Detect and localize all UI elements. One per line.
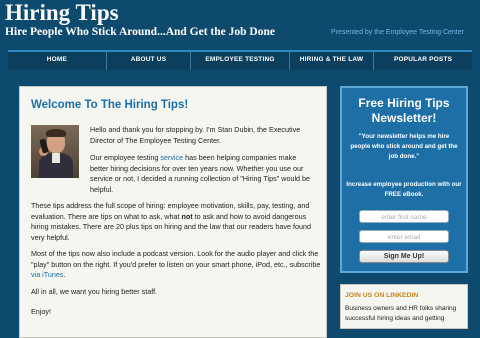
itunes-link[interactable]: via iTunes <box>31 270 64 279</box>
enjoy-paragraph: Enjoy! <box>31 307 51 316</box>
intro-paragraph: Hello and thank you for stopping by. I'm… <box>90 125 301 145</box>
newsletter-testimonial: "Your newsletter helps me hire people wh… <box>350 133 458 160</box>
service-paragraph: Our employee testing service has been he… <box>90 153 316 195</box>
main-navigation: HOME ABOUT US EMPLOYEE TESTING HIRING & … <box>8 50 472 70</box>
site-tagline: Hire People Who Stick Around...And Get t… <box>5 26 275 38</box>
nav-about-us[interactable]: ABOUT US <box>107 52 192 70</box>
scope-paragraph: These tips address the full scope of hir… <box>31 201 321 243</box>
podcast-text-a: Most of the tips now also include a podc… <box>31 249 321 269</box>
email-input[interactable]: enter email <box>359 230 449 243</box>
nav-home[interactable]: HOME <box>8 52 107 70</box>
author-photo <box>31 125 79 178</box>
linkedin-text: Business owners and HR folks sharing suc… <box>345 305 457 322</box>
nav-popular-posts[interactable]: POPULAR POSTS <box>374 52 472 70</box>
podcast-paragraph: Most of the tips now also include a podc… <box>31 249 321 281</box>
service-text-a: Our employee testing <box>90 153 161 162</box>
nav-employee-testing[interactable]: EMPLOYEE TESTING <box>191 52 290 70</box>
scope-bold-not: not <box>181 211 193 221</box>
closing-paragraph: All in all, we want you hiring better st… <box>31 287 158 296</box>
newsletter-offer: Increase employee production with our FR… <box>346 181 462 198</box>
sign-up-button[interactable]: Sign Me Up! <box>359 250 449 263</box>
site-title[interactable]: Hiring Tips <box>5 0 119 26</box>
nav-hiring-law[interactable]: HIRING & THE LAW <box>290 52 375 70</box>
presented-by-link[interactable]: Presented by the Employee Testing Center <box>331 28 464 38</box>
first-name-input[interactable]: enter first name <box>359 210 449 223</box>
newsletter-title: Free Hiring Tips Newsletter! <box>358 96 450 125</box>
site-header: Hiring Tips Hire People Who Stick Around… <box>0 0 480 44</box>
linkedin-title[interactable]: JOIN US ON LINKEDIN <box>345 291 418 301</box>
podcast-text-b: . <box>63 270 66 279</box>
welcome-heading: Welcome To The Hiring Tips! <box>31 99 189 111</box>
main-content: Welcome To The Hiring Tips! Hello and th… <box>19 86 327 338</box>
linkedin-widget: JOIN US ON LINKEDIN Business owners and … <box>340 284 468 329</box>
service-link[interactable]: service <box>160 153 183 162</box>
newsletter-signup: Free Hiring Tips Newsletter! "Your newsl… <box>340 86 468 273</box>
